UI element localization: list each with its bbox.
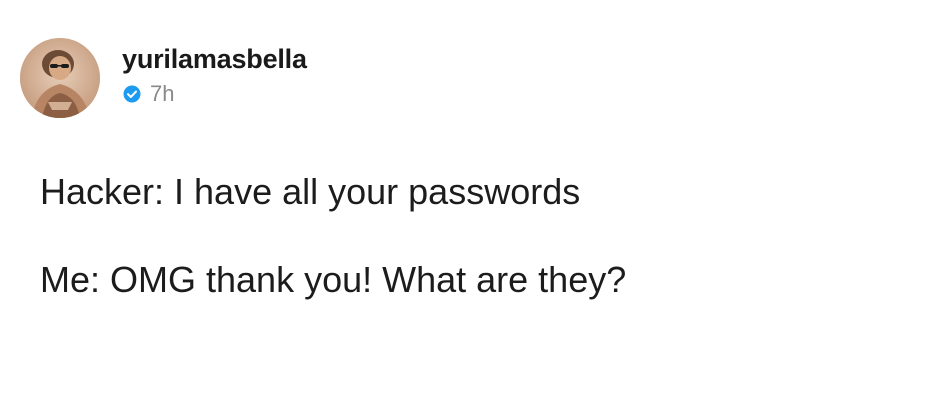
post-time: 7h: [150, 81, 175, 106]
post-text-line: Hacker: I have all your passwords: [40, 171, 581, 212]
post-header: yurilamasbella 7h: [20, 38, 307, 118]
time-row: 7h: [122, 80, 307, 108]
post-text-line: Me: OMG thank you! What are they?: [40, 259, 627, 300]
avatar-image: [20, 38, 100, 118]
verified-badge-icon: [122, 84, 142, 104]
post-meta: yurilamasbella 7h: [122, 38, 307, 108]
avatar[interactable]: [20, 38, 100, 118]
post-card: yurilamasbella 7h Hacker: I have all you…: [0, 0, 946, 402]
username[interactable]: yurilamasbella: [122, 42, 307, 76]
post-body: Hacker: I have all your passwords Me: OM…: [40, 170, 926, 302]
